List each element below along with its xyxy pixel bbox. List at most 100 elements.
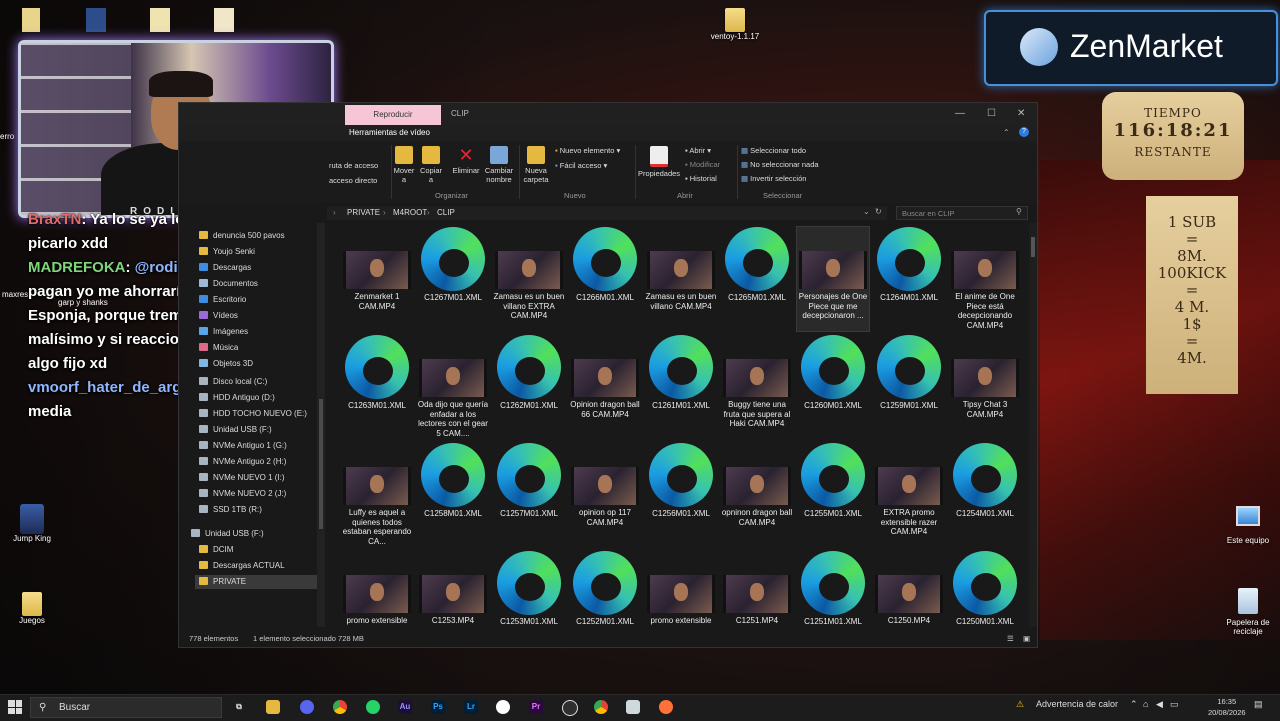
- sidebar-item[interactable]: Descargas: [199, 261, 251, 275]
- sidebar-item[interactable]: Vídeos: [199, 309, 238, 323]
- rename-button[interactable]: Cambiar nombre: [483, 146, 515, 184]
- chevron-up-icon[interactable]: ⌃: [1130, 699, 1138, 710]
- file-item-video[interactable]: C1250.MP4: [873, 551, 945, 626]
- move-to-button[interactable]: Mover a: [393, 146, 415, 184]
- start-button[interactable]: [8, 700, 22, 714]
- file-item-video[interactable]: Personajes de One Piece que me decepcion…: [796, 226, 870, 332]
- sidebar-item[interactable]: Escritorio: [199, 293, 246, 307]
- history-button[interactable]: ▪ Historial: [685, 174, 717, 183]
- open-button[interactable]: ▪ Abrir ▾: [685, 146, 711, 155]
- sidebar-item[interactable]: Unidad USB (F:): [199, 423, 272, 437]
- chrome-icon[interactable]: [333, 700, 347, 714]
- nav-scrollbar-thumb[interactable]: [319, 399, 323, 529]
- scrollbar[interactable]: [1029, 223, 1037, 627]
- desktop-icon-papelera[interactable]: Papelera de reciclaje: [1213, 588, 1280, 636]
- heat-warning-text[interactable]: Advertencia de calor: [1036, 699, 1118, 709]
- context-tab-play[interactable]: Reproducir: [345, 105, 441, 125]
- sidebar-item[interactable]: Documentos: [199, 277, 258, 291]
- desktop-icon-ventoy[interactable]: ventoy-1.1.17: [700, 8, 770, 41]
- whatsapp-icon[interactable]: [366, 700, 380, 714]
- clock[interactable]: 16:35 20/08/2026: [1208, 696, 1246, 718]
- file-item-xml[interactable]: C1267M01.XML: [417, 227, 489, 303]
- file-item-xml[interactable]: C1254M01.XML: [949, 443, 1021, 519]
- breadcrumb-item[interactable]: PRIVATE: [347, 208, 380, 217]
- file-item-video[interactable]: C1251.MP4: [721, 551, 793, 626]
- file-item-video[interactable]: Zamasu es un buen villano CAM.MP4: [645, 227, 717, 311]
- premiere-icon[interactable]: Pr: [529, 700, 543, 714]
- sidebar-item[interactable]: Unidad USB (F:): [191, 527, 264, 541]
- file-item-xml[interactable]: C1251M01.XML: [797, 551, 869, 627]
- file-item-xml[interactable]: C1255M01.XML: [797, 443, 869, 519]
- file-item-xml[interactable]: C1261M01.XML: [645, 335, 717, 411]
- select-none-button[interactable]: ▦ No seleccionar nada: [741, 160, 819, 169]
- firefox-icon[interactable]: [659, 700, 673, 714]
- desktop-file-icon[interactable]: [150, 8, 170, 32]
- file-item-video[interactable]: EXTRA promo extensible razer CAM.MP4: [873, 443, 945, 537]
- desktop-icon-juegos[interactable]: Juegos: [0, 592, 67, 625]
- sidebar-item[interactable]: HDD Antiguo (D:): [199, 391, 275, 405]
- select-all-button[interactable]: ▦ Seleccionar todo: [741, 146, 806, 155]
- delete-button[interactable]: ✕ Eliminar: [449, 146, 483, 175]
- refresh-icon[interactable]: ↻: [875, 207, 882, 216]
- file-item-xml[interactable]: C1263M01.XML: [341, 335, 413, 411]
- sidebar-item[interactable]: Descargas ACTUAL: [199, 559, 285, 573]
- file-item-xml[interactable]: C1262M01.XML: [493, 335, 565, 411]
- volume-icon[interactable]: ◀: [1156, 699, 1163, 710]
- minimize-icon[interactable]: —: [955, 108, 965, 119]
- discord-icon[interactable]: [300, 700, 314, 714]
- sidebar-item[interactable]: NVMe NUEVO 1 (I:): [199, 471, 285, 485]
- task-view-icon[interactable]: ⧉: [232, 700, 246, 714]
- lightroom-icon[interactable]: Lr: [464, 700, 478, 714]
- audition-icon[interactable]: Au: [398, 700, 412, 714]
- sidebar-item[interactable]: Imágenes: [199, 325, 248, 339]
- large-icons-view-icon[interactable]: ▣: [1023, 631, 1030, 647]
- notification-icon[interactable]: ▤: [1254, 699, 1263, 710]
- file-item-xml[interactable]: C1256M01.XML: [645, 443, 717, 519]
- file-item-video[interactable]: promo extensible razer CAM.MP4: [341, 551, 413, 627]
- desktop-file-icon[interactable]: [86, 8, 106, 32]
- sidebar-item[interactable]: PRIVATE: [195, 575, 319, 589]
- battery-icon[interactable]: ▭: [1170, 699, 1179, 710]
- warning-icon[interactable]: ⚠: [1016, 699, 1024, 710]
- title-bar[interactable]: Reproducir CLIP — ☐ ✕: [179, 103, 1037, 125]
- desktop-icon-este-equipo[interactable]: Este equipo: [1213, 506, 1280, 545]
- file-item-xml[interactable]: C1266M01.XML: [569, 227, 641, 303]
- file-explorer-taskbar-icon[interactable]: [266, 700, 280, 714]
- sidebar-item[interactable]: Música: [199, 341, 238, 355]
- help-icon[interactable]: ?: [1019, 127, 1029, 137]
- sidebar-item[interactable]: NVMe Antiguo 1 (G:): [199, 439, 287, 453]
- search-icon[interactable]: ⚲: [1016, 207, 1022, 216]
- sidebar-item[interactable]: HDD TOCHO NUEVO (E:): [199, 407, 307, 421]
- copy-to-button[interactable]: Copiar a: [419, 146, 443, 184]
- sidebar-item[interactable]: Disco local (C:): [199, 375, 267, 389]
- sidebar-item[interactable]: SSD 1TB (R:): [199, 503, 262, 517]
- search-input[interactable]: Buscar en CLIP: [896, 206, 1028, 220]
- modify-button[interactable]: ▪ Modificar: [685, 160, 720, 169]
- file-item-video[interactable]: Oda dijo que quería enfadar a los lector…: [417, 335, 489, 438]
- file-item-xml[interactable]: C1252M01.XML: [569, 551, 641, 627]
- file-item-video[interactable]: promo extensible trailer CAM.MP4: [645, 551, 717, 627]
- sidebar-item[interactable]: DCIM: [199, 543, 233, 557]
- file-explorer-window[interactable]: Reproducir CLIP — ☐ ✕ Herramientas de ví…: [178, 102, 1038, 648]
- file-item-video[interactable]: Buggy tiene una fruta que supera al Haki…: [721, 335, 793, 429]
- capcut-icon[interactable]: [496, 700, 510, 714]
- tab-video-tools[interactable]: Herramientas de vídeo: [349, 128, 430, 137]
- navigation-pane[interactable]: denuncia 500 pavos Youjo Senki Descargas Do…: [179, 223, 327, 627]
- maximize-icon[interactable]: ☐: [987, 108, 996, 119]
- new-folder-button[interactable]: Nueva carpeta: [521, 146, 551, 184]
- file-item-video[interactable]: Zenmarket 1 CAM.MP4: [341, 227, 413, 311]
- file-item-xml[interactable]: C1264M01.XML: [873, 227, 945, 303]
- breadcrumb-item[interactable]: M4ROOT: [393, 208, 427, 217]
- easy-access-button[interactable]: ▪ Fácil acceso ▾: [555, 161, 607, 170]
- taskbar-search[interactable]: ⚲ Buscar: [30, 697, 222, 718]
- new-item-button[interactable]: ▪ Nuevo elemento ▾: [555, 146, 620, 155]
- address-bar[interactable]: › PRIVATE › M4ROOT › CLIP ⌄ ↻: [327, 206, 887, 220]
- file-item-xml[interactable]: C1260M01.XML: [797, 335, 869, 411]
- chrome-icon[interactable]: [594, 700, 608, 714]
- sidebar-item[interactable]: NVMe NUEVO 2 (J:): [199, 487, 286, 501]
- file-item-xml[interactable]: C1259M01.XML: [873, 335, 945, 411]
- breadcrumb-item[interactable]: CLIP: [437, 208, 455, 217]
- photoshop-icon[interactable]: Ps: [431, 700, 445, 714]
- sidebar-item[interactable]: Objetos 3D: [199, 357, 253, 371]
- obs-icon[interactable]: [562, 700, 578, 716]
